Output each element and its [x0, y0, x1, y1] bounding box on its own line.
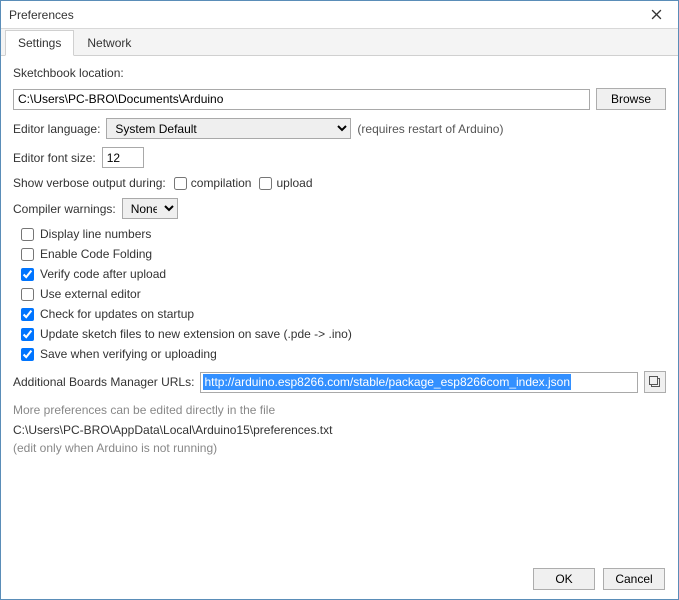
boards-urls-input[interactable]: http://arduino.esp8266.com/stable/packag… [200, 372, 638, 393]
window-title: Preferences [9, 8, 74, 22]
verify-after-upload-label: Verify code after upload [40, 267, 166, 281]
font-size-input[interactable] [102, 147, 144, 168]
ok-button[interactable]: OK [533, 568, 595, 590]
code-folding-label: Enable Code Folding [40, 247, 152, 261]
editor-language-select[interactable]: System Default [106, 118, 351, 139]
compiler-warnings-select[interactable]: None [122, 198, 178, 219]
tab-bar: Settings Network [1, 29, 678, 56]
window-icon [649, 376, 662, 389]
boards-urls-value: http://arduino.esp8266.com/stable/packag… [203, 374, 571, 390]
tab-settings[interactable]: Settings [5, 30, 74, 56]
close-icon [651, 9, 662, 20]
check-updates-label: Check for updates on startup [40, 307, 194, 321]
verbose-upload-label: upload [276, 176, 312, 190]
tab-network[interactable]: Network [74, 30, 144, 56]
more-preferences-note: More preferences can be edited directly … [13, 403, 666, 417]
compiler-warnings-label: Compiler warnings: [13, 202, 116, 216]
external-editor-label: Use external editor [40, 287, 141, 301]
check-updates-checkbox[interactable] [21, 308, 34, 321]
cancel-button[interactable]: Cancel [603, 568, 665, 590]
save-on-verify-checkbox[interactable] [21, 348, 34, 361]
font-size-label: Editor font size: [13, 151, 96, 165]
sketchbook-path-input[interactable] [13, 89, 590, 110]
save-on-verify-label: Save when verifying or uploading [40, 347, 217, 361]
editor-language-note: (requires restart of Arduino) [357, 122, 503, 136]
verify-after-upload-checkbox[interactable] [21, 268, 34, 281]
browse-button[interactable]: Browse [596, 88, 666, 110]
boards-urls-label: Additional Boards Manager URLs: [13, 375, 194, 389]
verbose-compilation-checkbox[interactable] [174, 177, 187, 190]
code-folding-checkbox[interactable] [21, 248, 34, 261]
update-extension-checkbox[interactable] [21, 328, 34, 341]
preferences-file-path: C:\Users\PC-BRO\AppData\Local\Arduino15\… [13, 423, 666, 437]
sketchbook-label: Sketchbook location: [13, 66, 124, 80]
settings-panel: Sketchbook location: Browse Editor langu… [1, 56, 678, 465]
edit-only-note: (edit only when Arduino is not running) [13, 441, 666, 455]
boards-urls-expand-button[interactable] [644, 371, 666, 393]
close-button[interactable] [640, 4, 672, 26]
dialog-footer: OK Cancel [533, 568, 665, 590]
verbose-label: Show verbose output during: [13, 176, 166, 190]
editor-language-label: Editor language: [13, 122, 100, 136]
external-editor-checkbox[interactable] [21, 288, 34, 301]
update-extension-label: Update sketch files to new extension on … [40, 327, 352, 341]
titlebar: Preferences [1, 1, 678, 29]
verbose-compilation-label: compilation [191, 176, 252, 190]
display-line-numbers-label: Display line numbers [40, 227, 151, 241]
display-line-numbers-checkbox[interactable] [21, 228, 34, 241]
verbose-upload-checkbox[interactable] [259, 177, 272, 190]
